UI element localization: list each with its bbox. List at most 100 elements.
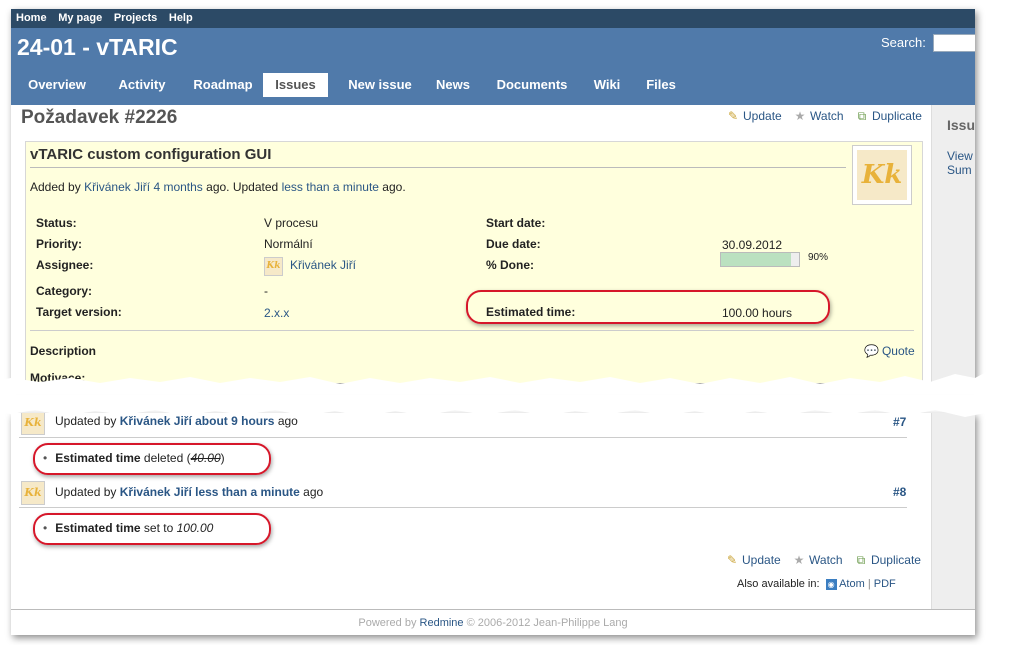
contextual-actions-top: ✎ Update ★ Watch ⧉ Duplicate <box>726 109 922 124</box>
footer: Powered by Redmine © 2006-2012 Jean-Phil… <box>11 609 975 635</box>
avatar-image: Kk <box>265 258 282 275</box>
tab-files[interactable]: Files <box>639 73 683 97</box>
issue-page-top: Home My page Projects Help 24-01 - vTARI… <box>11 9 975 383</box>
copyright-text: © 2006-2012 Jean-Philippe Lang <box>466 617 628 629</box>
feed-icon: ◉ <box>825 579 837 590</box>
watch-link[interactable]: Watch <box>809 553 843 567</box>
target-version-label: Target version: <box>36 305 122 319</box>
updated-by-text: Updated by <box>55 485 117 499</box>
separator: | <box>867 578 871 590</box>
other-formats: Also available in: ◉ Atom | PDF <box>737 578 896 590</box>
duplicate-link[interactable]: Duplicate <box>871 553 921 567</box>
assignee-label: Assignee: <box>36 258 94 272</box>
watch-link[interactable]: Watch <box>810 109 844 123</box>
journal-8-number[interactable]: #8 <box>893 485 906 499</box>
pencil-icon: ✎ <box>726 553 738 567</box>
priority-label: Priority: <box>36 237 83 251</box>
divider <box>19 437 907 438</box>
journal-8-author[interactable]: Křivánek Jiří <box>120 485 192 499</box>
category-value: - <box>264 284 268 298</box>
menu-my-page[interactable]: My page <box>58 9 102 28</box>
divider <box>30 330 914 331</box>
star-icon: ★ <box>793 553 805 567</box>
journal-8-header: Updated by Křivánek Jiří less than a min… <box>55 485 323 499</box>
tab-activity[interactable]: Activity <box>107 73 177 97</box>
menu-projects[interactable]: Projects <box>114 9 157 28</box>
top-menu: Home My page Projects Help <box>11 9 975 28</box>
description-label: Description <box>30 344 97 358</box>
author-line: Added by Křivánek Jiří 4 months ago. Upd… <box>30 180 406 194</box>
powered-by-text: Powered by <box>358 617 417 629</box>
journal-8-avatar: Kk <box>21 481 45 505</box>
added-by-text: Added by <box>30 180 81 194</box>
ago-text-2: ago. <box>382 180 406 194</box>
sidebar-link-view[interactable]: View <box>947 149 973 163</box>
atom-link[interactable]: Atom <box>839 578 865 590</box>
progress-fill <box>721 253 792 266</box>
highlight-journal-7 <box>33 443 271 475</box>
update-link[interactable]: Update <box>742 553 781 567</box>
duplicate-icon: ⧉ <box>856 553 866 567</box>
start-date-label: Start date: <box>486 216 546 230</box>
pdf-link[interactable]: PDF <box>874 578 896 590</box>
project-title: 24-01 - vTARIC <box>17 34 178 60</box>
updated-ago-link[interactable]: less than a minute <box>282 180 379 194</box>
torn-edge-bottom <box>0 398 1014 418</box>
sidebar <box>931 413 975 609</box>
torn-edge-top <box>0 362 1014 394</box>
avatar: Kk <box>852 145 912 205</box>
redmine-link[interactable]: Redmine <box>420 617 464 629</box>
ago-text: ago <box>303 485 324 499</box>
added-ago-link[interactable]: 4 months <box>153 180 202 194</box>
divider <box>19 507 907 508</box>
quote-action[interactable]: 💬 Quote <box>864 344 915 358</box>
tab-new-issue[interactable]: New issue <box>337 73 423 97</box>
issue-subject: vTARIC custom configuration GUI <box>30 146 272 163</box>
sidebar: Issue View Sum <box>931 105 975 383</box>
tab-documents[interactable]: Documents <box>487 73 577 97</box>
avatar-image: Kk <box>857 150 907 200</box>
tab-wiki[interactable]: Wiki <box>587 73 627 97</box>
contextual-actions-bottom: ✎ Update ★ Watch ⧉ Duplicate <box>725 553 921 568</box>
done-label: % Done: <box>486 258 534 272</box>
divider <box>30 167 846 168</box>
assignee-value[interactable]: Křivánek Jiří <box>290 258 356 272</box>
sidebar-heading: Issue <box>947 117 975 133</box>
progress-bar <box>720 252 800 267</box>
due-date-label: Due date: <box>486 237 541 251</box>
highlight-estimated-time <box>466 290 830 324</box>
quote-icon: 💬 <box>864 344 879 358</box>
done-percent: 90% <box>808 252 829 263</box>
tab-news[interactable]: News <box>429 73 477 97</box>
issue-details: vTARIC custom configuration GUI Kk Added… <box>25 141 923 383</box>
update-link[interactable]: Update <box>743 109 782 123</box>
priority-value: Normální <box>264 237 313 251</box>
updated-text: Updated <box>232 180 279 194</box>
header: 24-01 - vTARIC Search: Overview Activity… <box>11 28 975 105</box>
tab-issues[interactable]: Issues <box>263 73 328 97</box>
sidebar-link-summary[interactable]: Sum <box>947 163 972 177</box>
also-available-label: Also available in: <box>737 578 820 590</box>
status-value: V procesu <box>264 216 319 230</box>
menu-home[interactable]: Home <box>16 9 47 28</box>
journal-8-time[interactable]: less than a minute <box>195 485 300 499</box>
author-link[interactable]: Křivánek Jiří <box>84 180 150 194</box>
search-input[interactable] <box>933 34 975 52</box>
issue-page-bottom: Kk Updated by Křivánek Jiří about 9 hour… <box>11 413 975 635</box>
menu-help[interactable]: Help <box>169 9 193 28</box>
ago-text: ago. <box>206 180 230 194</box>
status-label: Status: <box>36 216 77 230</box>
tab-roadmap[interactable]: Roadmap <box>187 73 259 97</box>
search-label: Search: <box>881 35 926 50</box>
tab-overview[interactable]: Overview <box>17 73 97 97</box>
highlight-journal-8 <box>33 513 271 545</box>
avatar-image: Kk <box>22 482 44 504</box>
quote-link[interactable]: Quote <box>882 344 915 358</box>
pencil-icon: ✎ <box>727 109 739 123</box>
issue-title: Požadavek #2226 <box>21 107 178 128</box>
duplicate-icon: ⧉ <box>857 109 867 123</box>
target-version-value[interactable]: 2.x.x <box>264 306 289 320</box>
category-label: Category: <box>36 284 93 298</box>
main-content: Požadavek #2226 ✎ Update ★ Watch ⧉ Duplicat… <box>19 105 929 383</box>
duplicate-link[interactable]: Duplicate <box>872 109 922 123</box>
